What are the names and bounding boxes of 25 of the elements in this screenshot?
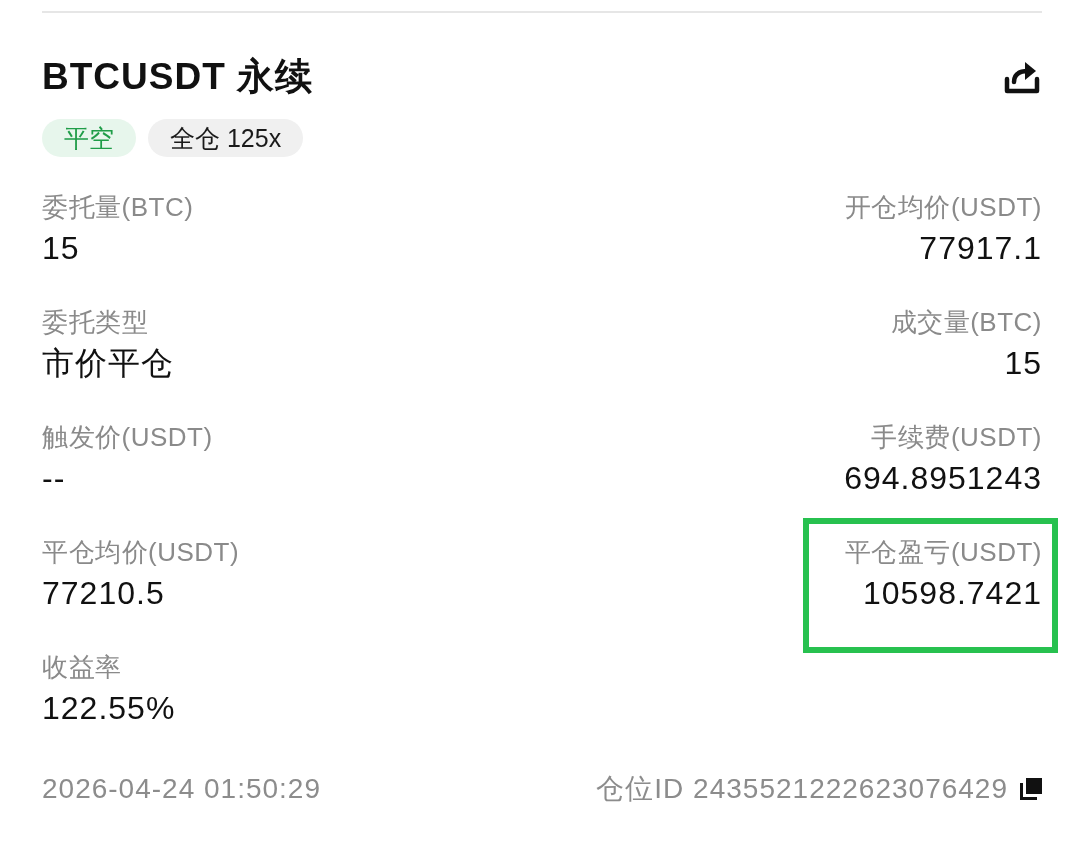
field-label: 委托量(BTC) (42, 192, 194, 222)
field-label: 开仓均价(USDT) (844, 192, 1042, 222)
copy-icon[interactable] (1020, 778, 1042, 800)
field-value: 10598.7421 (862, 575, 1042, 612)
share-icon[interactable] (1004, 60, 1040, 94)
field-label: 平仓均价(USDT) (42, 537, 240, 567)
margin-tag: 全仓 125x (148, 119, 304, 157)
field-label: 委托类型 (42, 307, 148, 337)
field-label: 触发价(USDT) (42, 422, 213, 452)
field-value: 77210.5 (42, 575, 165, 612)
side-tag: 平空 (42, 119, 136, 157)
field-label: 成交量(BTC) (890, 307, 1042, 337)
field-value: 122.55% (42, 690, 176, 727)
position-id: 仓位ID 2435521222623076429 (596, 773, 1008, 805)
contract-title: BTCUSDT 永续 (42, 55, 314, 99)
field-label: 收益率 (42, 652, 122, 682)
field-value: -- (42, 460, 66, 497)
field-value: 77917.1 (919, 230, 1042, 267)
order-time: 2026-04-24 01:50:29 (42, 773, 321, 805)
field-value: 694.8951243 (844, 460, 1042, 497)
field-value: 15 (42, 230, 80, 267)
field-value: 市价平仓 (42, 345, 174, 382)
field-value: 15 (1004, 345, 1042, 382)
field-label: 手续费(USDT) (871, 422, 1042, 452)
field-label: 平仓盈亏(USDT) (844, 537, 1042, 567)
